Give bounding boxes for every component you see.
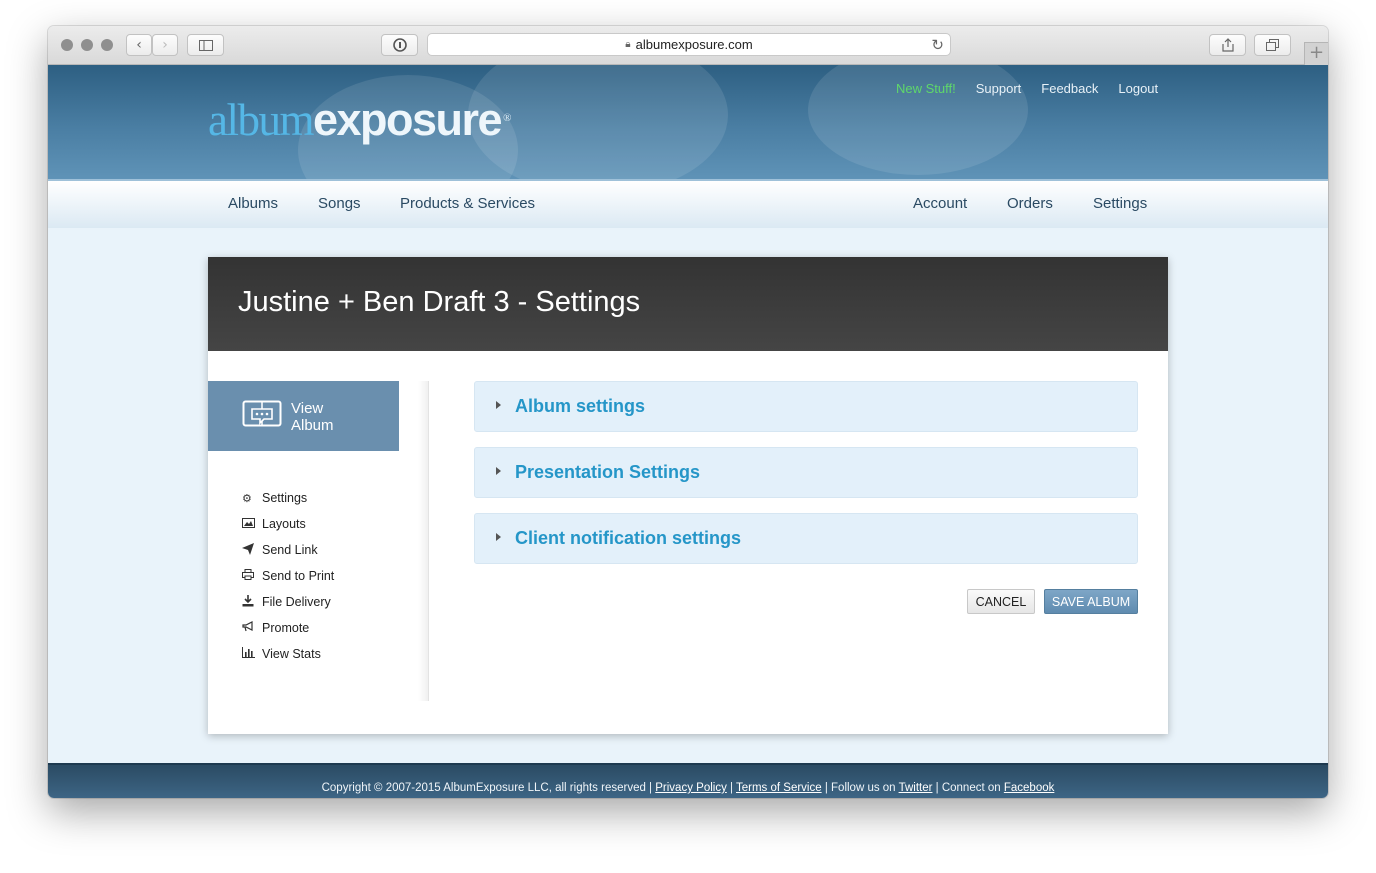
back-button[interactable]: ‹: [126, 34, 152, 56]
sidebar-toggle-button[interactable]: [187, 34, 224, 56]
minimize-window-button[interactable]: [81, 39, 93, 51]
footer-text: Copyright © 2007-2015 AlbumExposure LLC,…: [321, 782, 1055, 794]
download-icon: [242, 594, 262, 610]
site-header: albumexposure ® New Stuff! Support Feedba…: [48, 65, 1328, 179]
browser-toolbar: ‹ › 🔒︎ albumexposure.com ↻ +: [48, 26, 1328, 65]
sidebar-item-settings[interactable]: ⚙ Settings: [242, 485, 334, 511]
twitter-link[interactable]: Twitter: [899, 782, 933, 794]
feedback-link[interactable]: Feedback: [1041, 81, 1098, 96]
client-notification-settings-panel[interactable]: Client notification settings: [474, 513, 1138, 564]
caret-right-icon: [496, 533, 501, 541]
view-album-label: View Album: [291, 400, 334, 434]
new-stuff-link[interactable]: New Stuff!: [896, 81, 956, 96]
album-settings-panel[interactable]: Album settings: [474, 381, 1138, 432]
paper-plane-icon: [242, 542, 262, 558]
megaphone-icon: [242, 621, 262, 635]
close-window-button[interactable]: [61, 39, 73, 51]
key-icon: [392, 38, 407, 52]
sidebar-item-send-to-print[interactable]: Send to Print: [242, 563, 334, 589]
bar-chart-icon: [242, 647, 262, 661]
album-chat-icon: [242, 400, 282, 427]
url-text: albumexposure.com: [635, 37, 753, 52]
save-album-button[interactable]: SAVE ALBUM: [1044, 589, 1138, 614]
view-album-button[interactable]: View Album: [208, 381, 399, 451]
share-button[interactable]: [1209, 34, 1246, 56]
sidebar-item-promote[interactable]: Promote: [242, 615, 334, 641]
forward-button[interactable]: ›: [152, 34, 178, 56]
browser-window: ‹ › 🔒︎ albumexposure.com ↻ + albumexposu…: [48, 26, 1328, 798]
facebook-link[interactable]: Facebook: [1004, 782, 1055, 794]
lock-icon: 🔒︎: [625, 39, 631, 50]
sidebar-links: ⚙ Settings Layouts Send Link Send to Pri…: [242, 485, 334, 667]
caret-right-icon: [496, 467, 501, 475]
cancel-button[interactable]: CANCEL: [967, 589, 1035, 614]
privacy-policy-link[interactable]: Privacy Policy: [655, 782, 727, 794]
sidebar-item-send-link[interactable]: Send Link: [242, 537, 334, 563]
sidebar-item-file-delivery[interactable]: File Delivery: [242, 589, 334, 615]
password-button[interactable]: [381, 34, 418, 56]
card-header: Justine + Ben Draft 3 - Settings: [208, 257, 1168, 351]
nav-orders[interactable]: Orders: [1007, 195, 1053, 212]
printer-icon: [242, 569, 262, 583]
logout-link[interactable]: Logout: [1118, 81, 1158, 96]
tabs-icon: [1266, 39, 1279, 51]
caret-right-icon: [496, 401, 501, 409]
chevron-right-icon: ›: [162, 37, 168, 53]
nav-albums[interactable]: Albums: [228, 195, 278, 212]
image-icon: [242, 517, 262, 531]
nav-products-services[interactable]: Products & Services: [400, 195, 535, 212]
gear-icon: ⚙: [242, 491, 252, 505]
settings-card: Justine + Ben Draft 3 - Settings View Al…: [208, 257, 1168, 734]
reload-icon[interactable]: ↻: [931, 36, 944, 54]
nav-songs[interactable]: Songs: [318, 195, 361, 212]
sidebar: View Album ⚙ Settings Layouts Send Link: [208, 381, 429, 697]
sidebar-icon: [198, 39, 213, 51]
address-bar[interactable]: 🔒︎ albumexposure.com ↻: [427, 33, 951, 56]
site-footer: Copyright © 2007-2015 AlbumExposure LLC,…: [48, 763, 1328, 798]
presentation-settings-panel[interactable]: Presentation Settings: [474, 447, 1138, 498]
nav-settings[interactable]: Settings: [1093, 195, 1147, 212]
site-logo[interactable]: albumexposure ®: [208, 95, 511, 146]
terms-of-service-link[interactable]: Terms of Service: [736, 782, 822, 794]
new-tab-button[interactable]: +: [1304, 42, 1328, 65]
main-nav: Albums Songs Products & Services Account…: [48, 179, 1328, 228]
page-title: Justine + Ben Draft 3 - Settings: [238, 286, 641, 318]
sidebar-item-view-stats[interactable]: View Stats: [242, 641, 334, 667]
plus-icon: +: [1308, 42, 1325, 63]
support-link[interactable]: Support: [976, 81, 1022, 96]
sidebar-item-layouts[interactable]: Layouts: [242, 511, 334, 537]
nav-account[interactable]: Account: [913, 195, 967, 212]
top-links: New Stuff! Support Feedback Logout: [896, 81, 1158, 96]
tabs-overview-button[interactable]: [1254, 34, 1291, 56]
zoom-window-button[interactable]: [101, 39, 113, 51]
chevron-left-icon: ‹: [136, 37, 142, 53]
share-icon: [1221, 38, 1234, 52]
